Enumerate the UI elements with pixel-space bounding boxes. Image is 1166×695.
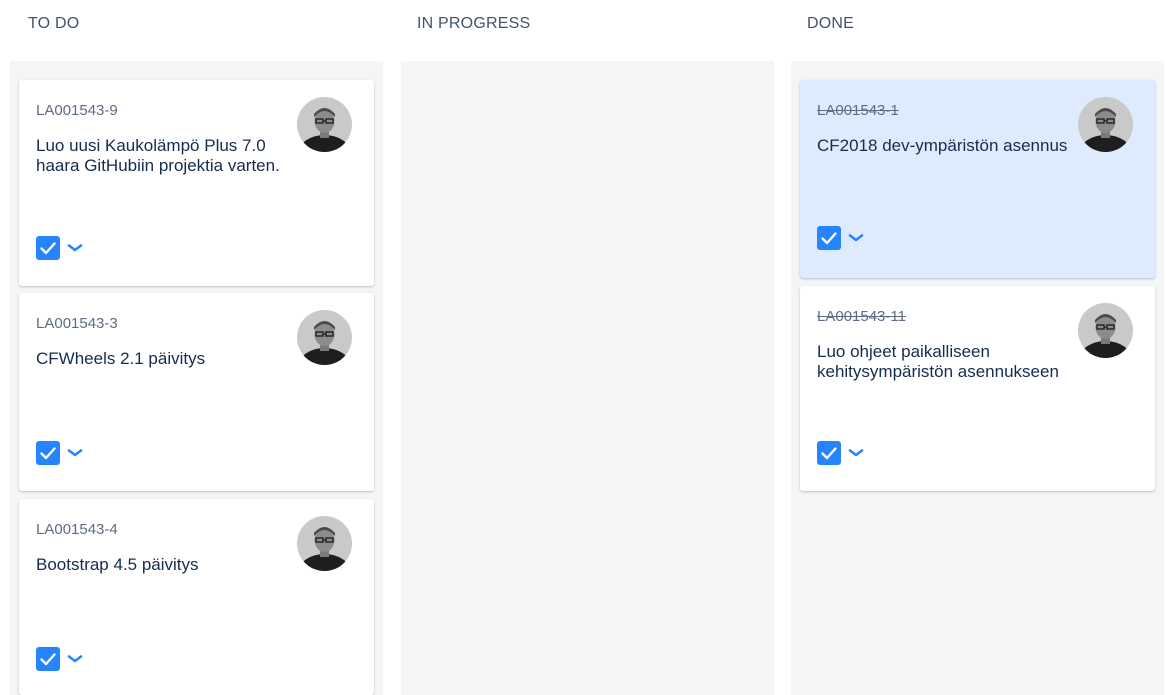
column-done[interactable]: LA001543-1 CF2018 dev-ympäristön asennus bbox=[791, 61, 1164, 695]
card-footer bbox=[36, 236, 84, 260]
column-todo[interactable]: LA001543-9 Luo uusi Kaukolämpö Plus 7.0 … bbox=[10, 61, 383, 695]
avatar[interactable] bbox=[1078, 303, 1133, 358]
checkbox-task-icon bbox=[817, 226, 841, 250]
column-header-done: DONE bbox=[807, 15, 855, 32]
issue-summary: Luo uusi Kaukolämpö Plus 7.0 haara GitHu… bbox=[36, 136, 280, 175]
avatar[interactable] bbox=[297, 97, 352, 152]
chevron-down-icon bbox=[848, 449, 864, 457]
column-in-progress[interactable] bbox=[401, 61, 774, 695]
chevron-down-icon bbox=[67, 244, 83, 252]
issue-key[interactable]: LA001543-1 bbox=[817, 102, 899, 119]
chevron-down-icon bbox=[848, 234, 864, 242]
issue-summary: Bootstrap 4.5 päivitys bbox=[36, 555, 199, 574]
checkbox-task-icon bbox=[36, 647, 60, 671]
kanban-board: TO DO IN PROGRESS DONE LA001543-9 Luo uu… bbox=[0, 0, 1166, 695]
issue-card[interactable]: LA001543-11 Luo ohjeet paikalliseen kehi… bbox=[800, 286, 1155, 491]
checkbox-task-icon bbox=[817, 441, 841, 465]
card-footer bbox=[817, 226, 865, 250]
card-footer bbox=[36, 647, 84, 671]
checkbox-task-icon bbox=[36, 441, 60, 465]
column-header-in-progress: IN PROGRESS bbox=[417, 15, 531, 32]
issue-key[interactable]: LA001543-9 bbox=[36, 102, 118, 119]
issue-summary: CF2018 dev-ympäristön asennus bbox=[817, 136, 1068, 155]
issue-card[interactable]: LA001543-3 CFWheels 2.1 päivitys bbox=[19, 293, 374, 491]
issue-summary: CFWheels 2.1 päivitys bbox=[36, 349, 206, 368]
issue-summary: Luo ohjeet paikalliseen kehitysympäristö… bbox=[817, 342, 1059, 381]
issue-key[interactable]: LA001543-3 bbox=[36, 315, 118, 332]
issue-key[interactable]: LA001543-11 bbox=[817, 308, 906, 325]
column-header-todo: TO DO bbox=[28, 15, 80, 32]
avatar[interactable] bbox=[297, 516, 352, 571]
issue-card[interactable]: LA001543-4 Bootstrap 4.5 päivitys bbox=[19, 499, 374, 695]
checkbox-task-icon bbox=[36, 236, 60, 260]
chevron-down-icon bbox=[67, 655, 83, 663]
card-footer bbox=[817, 441, 865, 465]
avatar[interactable] bbox=[1078, 97, 1133, 152]
chevron-down-icon bbox=[67, 449, 83, 457]
issue-key[interactable]: LA001543-4 bbox=[36, 521, 118, 538]
avatar[interactable] bbox=[297, 310, 352, 365]
issue-card-selected[interactable]: LA001543-1 CF2018 dev-ympäristön asennus bbox=[800, 80, 1155, 278]
card-footer bbox=[36, 441, 84, 465]
issue-card[interactable]: LA001543-9 Luo uusi Kaukolämpö Plus 7.0 … bbox=[19, 80, 374, 286]
